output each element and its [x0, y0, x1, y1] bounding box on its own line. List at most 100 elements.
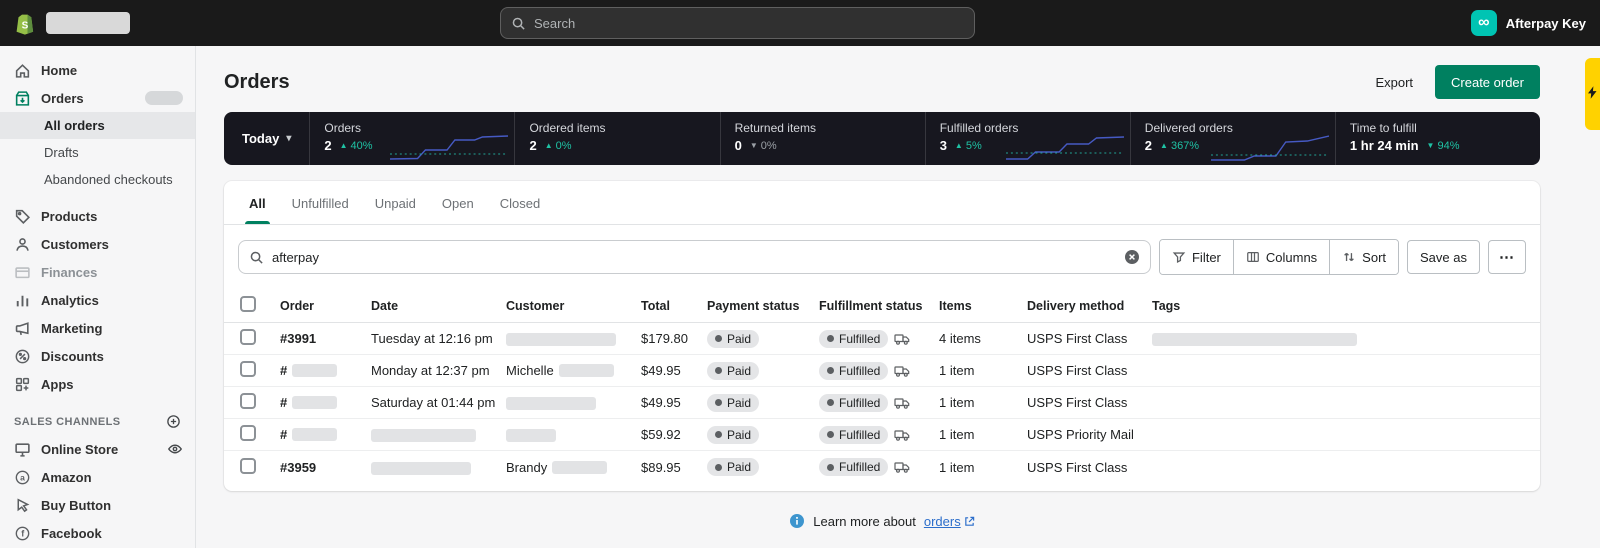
sidebar-item-customers[interactable]: Customers — [0, 230, 195, 258]
sidebar-item-online-store[interactable]: Online Store — [0, 435, 195, 463]
global-search-input[interactable] — [534, 16, 964, 31]
orders-search[interactable] — [238, 240, 1151, 274]
clear-search-button[interactable] — [1124, 249, 1140, 265]
table-row[interactable]: #3959 Brandy $89.95 Paid Fulfilled 1 ite… — [224, 451, 1540, 483]
order-tabs: All Unfulfilled Unpaid Open Closed — [224, 181, 1540, 225]
row-checkbox[interactable] — [240, 458, 256, 474]
orders-icon — [14, 90, 31, 107]
order-total: $179.80 — [641, 331, 707, 346]
delivery-method: USPS First Class — [1027, 460, 1152, 475]
shopify-logo[interactable]: S — [14, 11, 130, 36]
order-number[interactable]: #3991 — [280, 331, 371, 346]
column-header-date[interactable]: Date — [371, 299, 506, 313]
column-header-items[interactable]: Items — [939, 299, 1027, 313]
orders-help-link[interactable]: orders — [924, 514, 975, 529]
sidebar-item-home[interactable]: Home — [0, 56, 195, 84]
sidebar-item-facebook[interactable]: f Facebook — [0, 519, 195, 547]
row-checkbox[interactable] — [240, 425, 256, 441]
metric-ordered-items: Ordered items 2 ▲0% — [515, 112, 720, 165]
footer-help: Learn more about orders — [224, 513, 1540, 529]
table-header-row: Order Date Customer Total Payment status… — [224, 289, 1540, 323]
row-checkbox[interactable] — [240, 361, 256, 377]
order-date: Tuesday at 12:16 pm — [371, 331, 506, 346]
sidebar-item-discounts[interactable]: Discounts — [0, 342, 195, 370]
sidebar-item-drafts[interactable]: Drafts — [0, 139, 195, 166]
row-checkbox[interactable] — [240, 393, 256, 409]
sidebar-item-apps[interactable]: Apps — [0, 370, 195, 398]
external-link-icon — [964, 516, 975, 527]
customer-redacted — [559, 364, 614, 377]
order-number[interactable]: # — [280, 395, 287, 410]
sidebar-item-label: Products — [41, 209, 97, 224]
order-date: Monday at 12:37 pm — [371, 363, 506, 378]
delivery-method: USPS First Class — [1027, 363, 1152, 378]
column-header-payment-status[interactable]: Payment status — [707, 299, 819, 313]
more-actions-button[interactable]: ⋯ — [1488, 240, 1526, 274]
column-header-tags[interactable]: Tags — [1152, 299, 1524, 313]
tab-unfulfilled[interactable]: Unfulfilled — [279, 185, 362, 224]
order-number[interactable]: # — [280, 363, 287, 378]
status-dot — [715, 464, 722, 471]
afterpay-key-label: Afterpay Key — [1506, 16, 1586, 31]
view-store-button[interactable] — [167, 441, 183, 457]
export-button[interactable]: Export — [1365, 69, 1423, 96]
column-header-fulfillment-status[interactable]: Fulfillment status — [819, 299, 939, 313]
analytics-bar: Today ▾ Orders 2 ▲40% Ordered items 2 ▲ — [224, 112, 1540, 165]
columns-button[interactable]: Columns — [1233, 240, 1329, 274]
products-icon — [14, 208, 31, 225]
table-row[interactable]: # $59.92 Paid Fulfilled 1 item USPS Prio… — [224, 419, 1540, 451]
delivery-truck-icon — [894, 395, 910, 411]
row-checkbox[interactable] — [240, 329, 256, 345]
sidebar-item-orders[interactable]: Orders — [0, 84, 195, 112]
column-header-customer[interactable]: Customer — [506, 299, 641, 313]
sidebar-item-buy-button[interactable]: Buy Button — [0, 491, 195, 519]
select-all-checkbox[interactable] — [240, 296, 256, 312]
table-row[interactable]: # Saturday at 01:44 pm $49.95 Paid Fulfi… — [224, 387, 1540, 419]
sidebar-item-marketing[interactable]: Marketing — [0, 314, 195, 342]
afterpay-key-menu[interactable]: ∞ Afterpay Key — [1471, 10, 1586, 36]
status-dot — [715, 367, 722, 374]
app-sidebar-toggle[interactable] — [1585, 58, 1600, 130]
tab-closed[interactable]: Closed — [487, 185, 553, 224]
sidebar-item-products[interactable]: Products — [0, 202, 195, 230]
orders-search-input[interactable] — [272, 250, 1116, 265]
sidebar-item-finances[interactable]: Finances — [0, 258, 195, 286]
table-row[interactable]: # Monday at 12:37 pm Michelle $49.95 Pai… — [224, 355, 1540, 387]
column-header-order[interactable]: Order — [280, 299, 371, 313]
fulfillment-status-badge: Fulfilled — [819, 426, 888, 444]
column-header-delivery-method[interactable]: Delivery method — [1027, 299, 1152, 313]
orders-count-redacted — [145, 91, 183, 105]
sidebar-item-abandoned-checkouts[interactable]: Abandoned checkouts — [0, 166, 195, 193]
global-search[interactable] — [500, 7, 975, 39]
order-number[interactable]: #3959 — [280, 460, 371, 475]
sort-button[interactable]: Sort — [1329, 240, 1398, 274]
sidebar-item-analytics[interactable]: Analytics — [0, 286, 195, 314]
online-store-icon — [14, 441, 31, 458]
topbar: S ∞ Afterpay Key — [0, 0, 1600, 46]
shopify-bag-icon: S — [14, 11, 37, 36]
sidebar-item-amazon[interactable]: a Amazon — [0, 463, 195, 491]
order-total: $49.95 — [641, 395, 707, 410]
column-header-total[interactable]: Total — [641, 299, 707, 313]
table-row[interactable]: #3991 Tuesday at 12:16 pm $179.80 Paid F… — [224, 323, 1540, 355]
order-number[interactable]: # — [280, 427, 287, 442]
status-dot — [827, 399, 834, 406]
create-order-button[interactable]: Create order — [1435, 65, 1540, 99]
save-as-button[interactable]: Save as — [1407, 240, 1480, 274]
lightning-bolt-icon — [1588, 86, 1597, 99]
period-dropdown[interactable]: Today ▾ — [224, 112, 310, 165]
period-label: Today — [242, 131, 279, 146]
metric-trend: ▲40% — [340, 140, 373, 152]
tab-open[interactable]: Open — [429, 185, 487, 224]
metric-value: 1 hr 24 min — [1350, 138, 1419, 153]
add-channel-icon[interactable] — [166, 414, 181, 429]
sales-channels-header: SALES CHANNELS — [0, 398, 195, 435]
sidebar-item-label: Online Store — [41, 442, 118, 457]
tab-all[interactable]: All — [236, 185, 279, 224]
close-icon — [1124, 249, 1140, 265]
sidebar-item-all-orders[interactable]: All orders — [0, 112, 195, 139]
svg-text:S: S — [22, 20, 29, 31]
metric-trend: ▲0% — [545, 140, 572, 152]
tab-unpaid[interactable]: Unpaid — [362, 185, 429, 224]
filter-button[interactable]: Filter — [1160, 240, 1233, 274]
